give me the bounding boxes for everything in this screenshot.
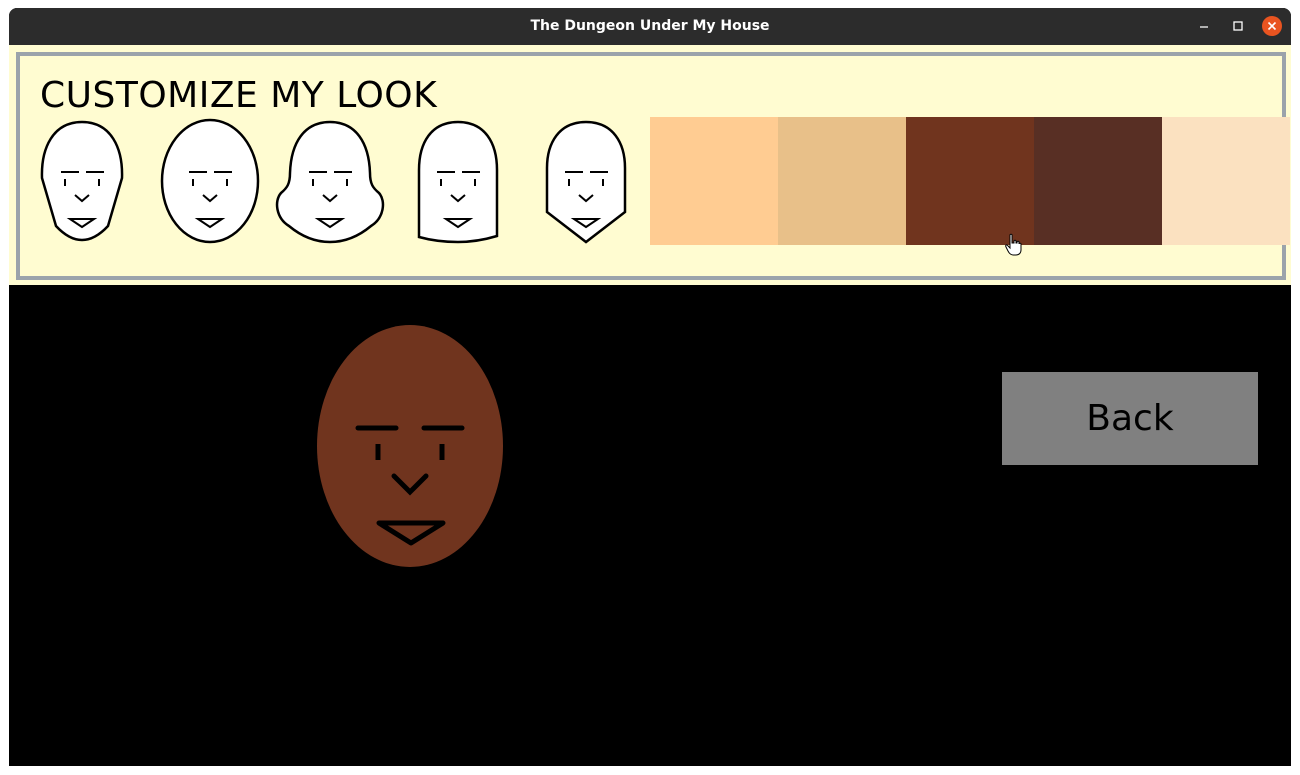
maximize-icon [1233,21,1243,31]
skin-tone-brown[interactable] [906,117,1034,245]
window-title: The Dungeon Under My House [530,18,770,34]
customize-heading: CUSTOMIZE MY LOOK [40,75,438,116]
skin-tone-tan[interactable] [778,117,906,245]
skin-tone-dark-brown[interactable] [1034,117,1162,245]
character-preview [317,325,503,567]
close-icon [1267,21,1277,31]
skin-tone-pale[interactable] [1162,117,1290,245]
title-bar: The Dungeon Under My House [9,8,1291,45]
back-button[interactable]: Back [1002,372,1258,465]
customize-panel: CUSTOMIZE MY LOOK [9,45,1291,285]
face-shape-round-cheeks[interactable] [271,118,389,248]
face-shape-hexagon[interactable] [527,118,645,248]
face-shape-square[interactable] [399,118,517,248]
game-window: The Dungeon Under My House CUSTOMIZE MY … [9,8,1291,766]
skin-tone-light-peach[interactable] [650,117,778,245]
close-button[interactable] [1262,16,1282,36]
preview-face [317,325,503,567]
minimize-icon [1200,26,1208,28]
maximize-button[interactable] [1228,16,1248,36]
face-shape-oval[interactable] [151,118,269,248]
hand-pointer-icon [1005,233,1022,256]
minimize-button[interactable] [1194,16,1214,36]
face-shape-pointed-chin[interactable] [23,118,141,248]
